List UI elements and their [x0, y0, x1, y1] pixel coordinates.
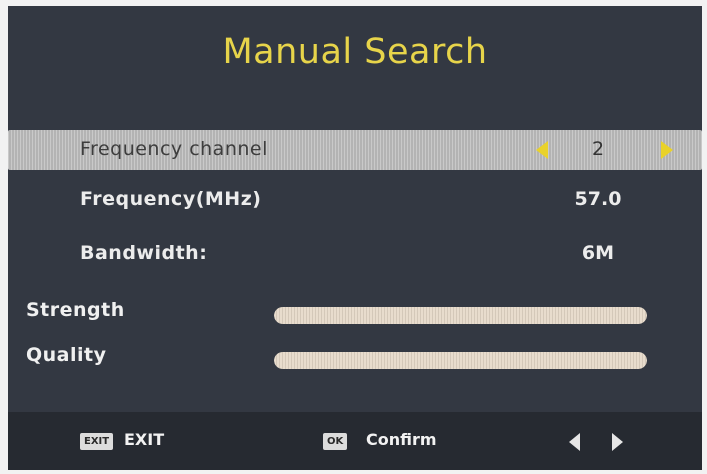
setting-label: Frequency(MHz) — [80, 188, 262, 210]
strength-label: Strength — [26, 299, 125, 321]
exit-label[interactable]: EXIT — [124, 430, 164, 449]
tv-screen: Manual Search Frequency channel 2 Freque… — [8, 6, 702, 470]
setting-row-frequency-channel[interactable]: Frequency channel 2 — [8, 130, 702, 170]
setting-row-frequency-mhz[interactable]: Frequency(MHz) 57.0 — [8, 180, 702, 220]
setting-label: Bandwidth: — [80, 242, 208, 264]
quality-bar-fill — [274, 352, 647, 369]
quality-label: Quality — [26, 344, 107, 366]
footer-bar: EXIT EXIT OK Confirm — [8, 412, 702, 470]
setting-value: 6M — [581, 242, 615, 264]
left-arrow-icon[interactable] — [569, 433, 580, 451]
page-title: Manual Search — [222, 32, 488, 72]
confirm-label[interactable]: Confirm — [366, 430, 437, 449]
setting-label: Frequency channel — [80, 138, 268, 160]
right-arrow-icon[interactable] — [612, 433, 623, 451]
exit-key-icon[interactable]: EXIT — [80, 433, 114, 450]
setting-row-bandwidth[interactable]: Bandwidth: 6M — [8, 234, 702, 274]
quality-bar — [274, 352, 647, 369]
right-triangle-icon[interactable] — [661, 141, 673, 159]
strength-bar — [274, 307, 647, 324]
setting-value: 57.0 — [574, 188, 622, 210]
left-triangle-icon[interactable] — [536, 141, 548, 159]
ok-key-icon[interactable]: OK — [323, 433, 348, 450]
setting-value: 2 — [591, 138, 605, 160]
strength-bar-fill — [274, 307, 647, 324]
